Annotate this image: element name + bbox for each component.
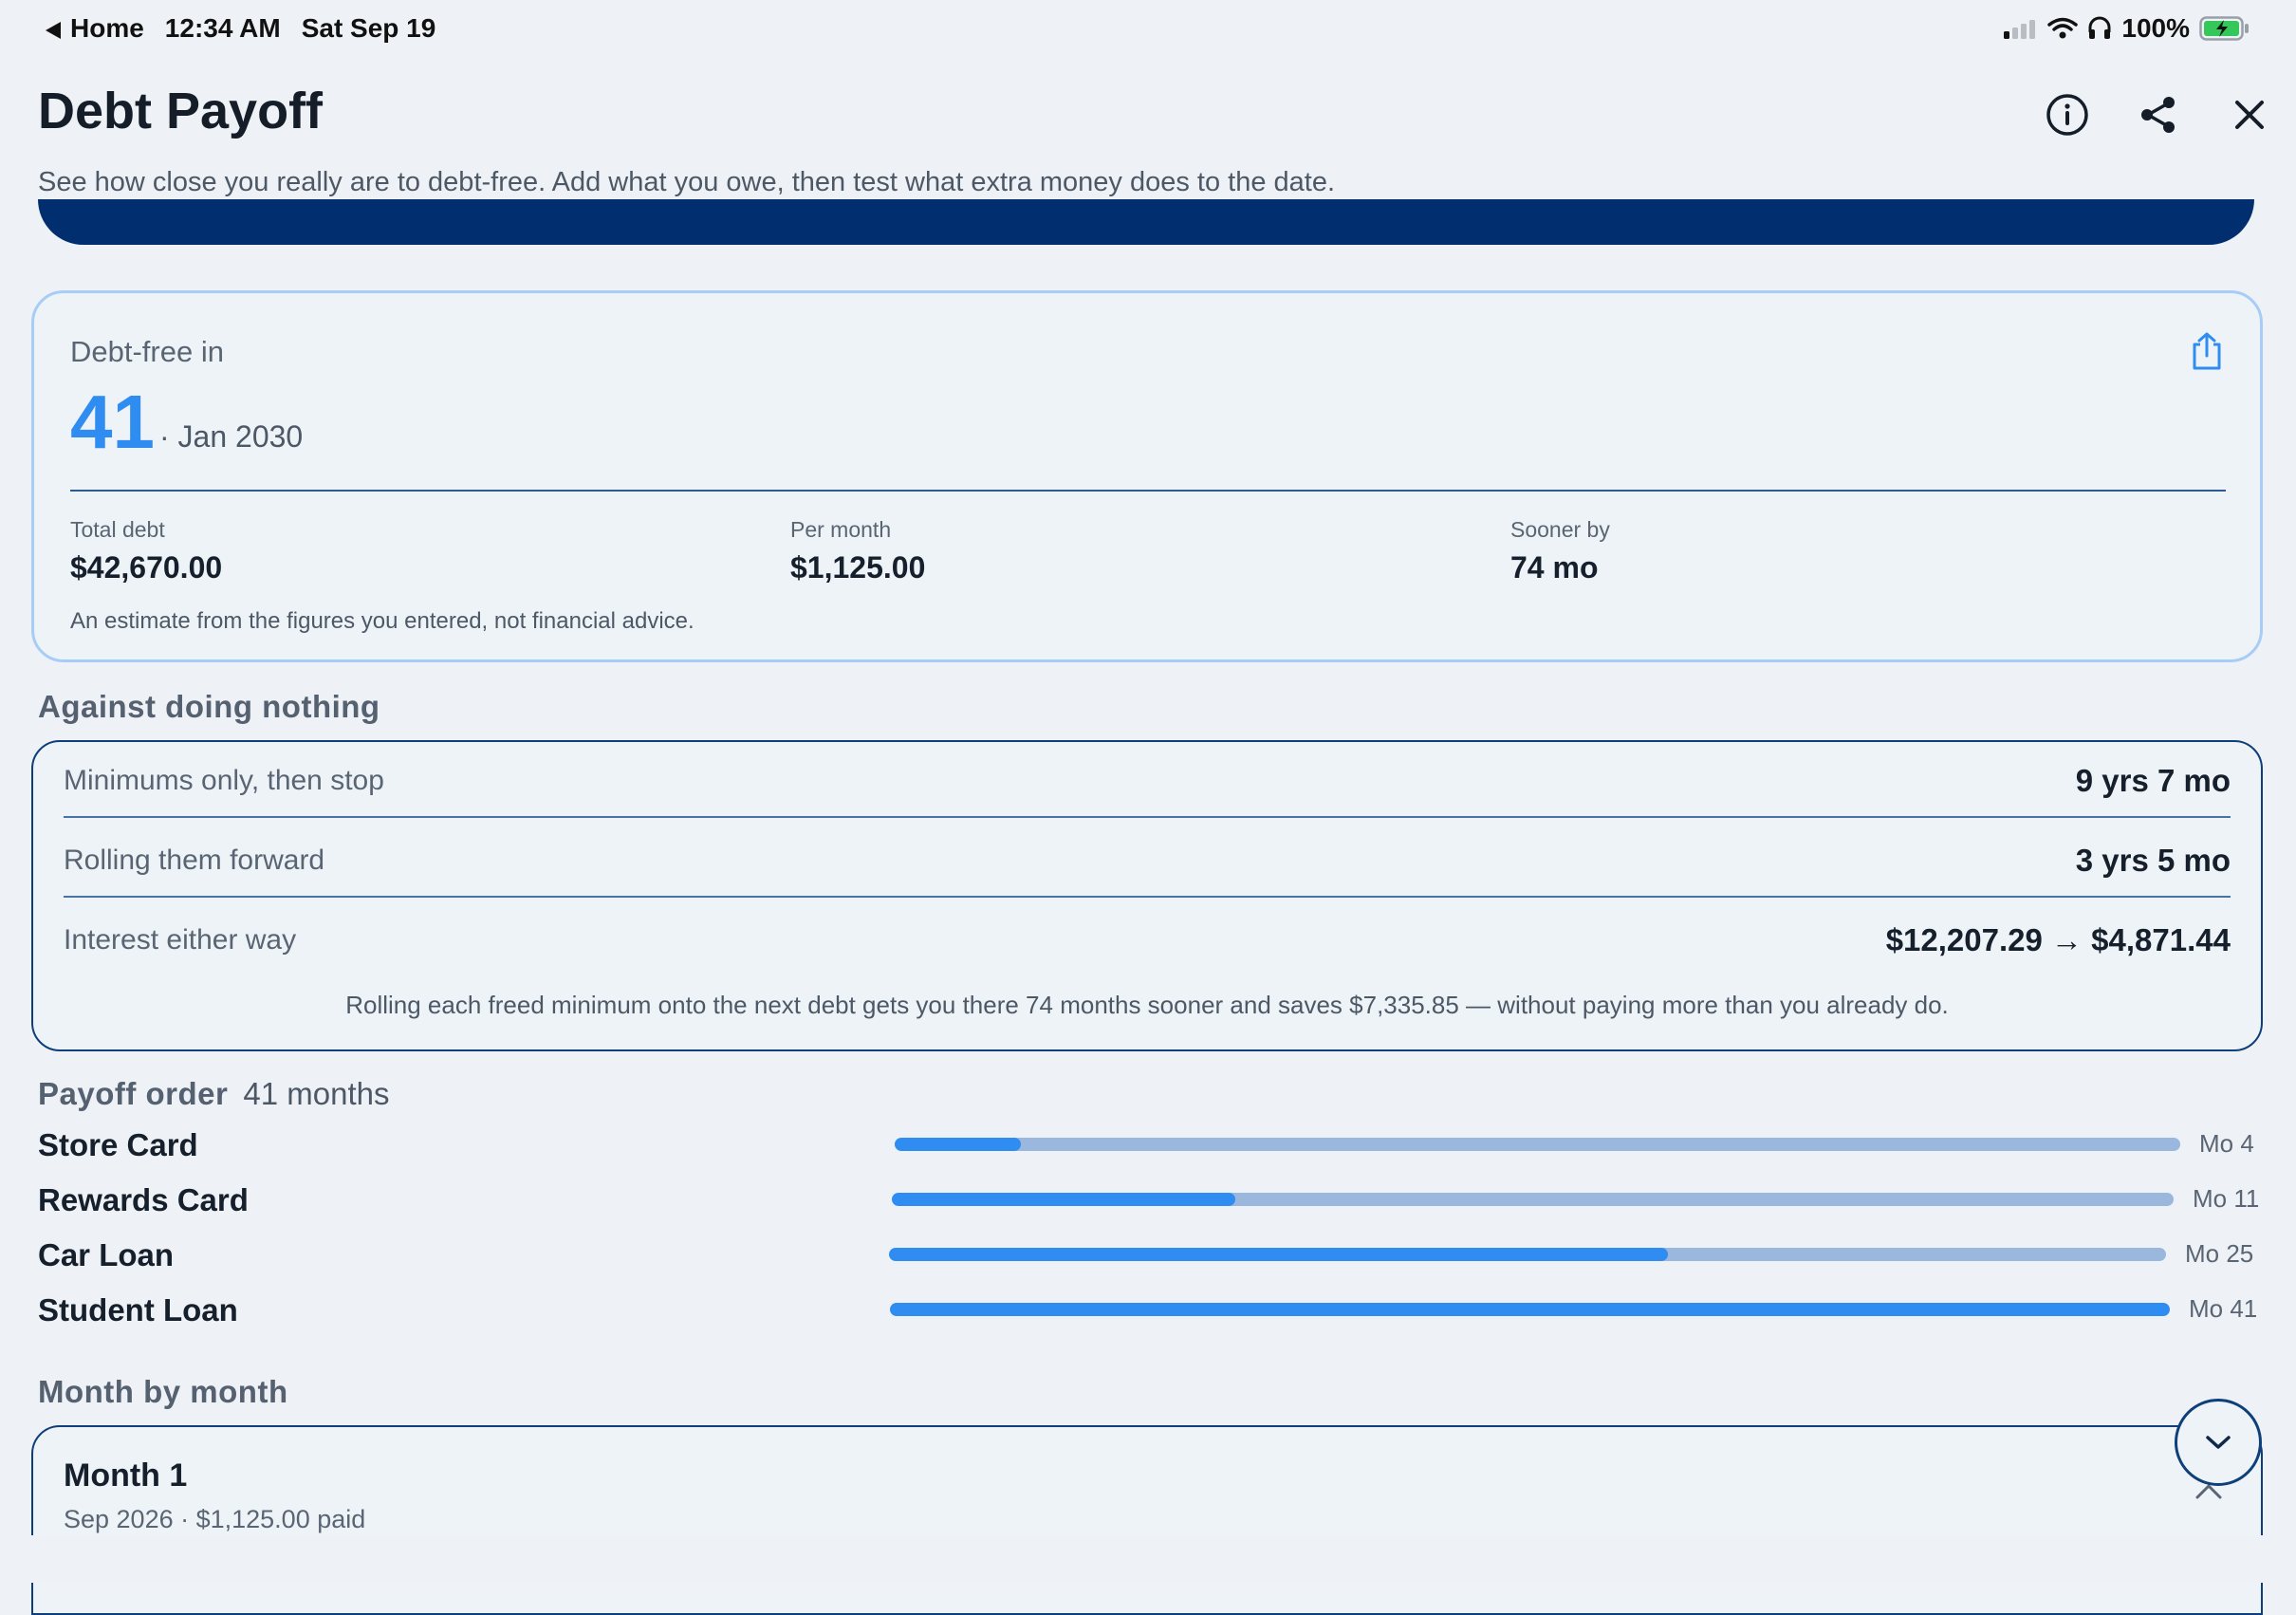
month-title: Month 1: [64, 1457, 188, 1494]
cellular-signal-icon: [2004, 20, 2036, 39]
stat-label: Total debt: [70, 517, 165, 542]
bottom-mask: [0, 1535, 2296, 1583]
status-date: Sat Sep 19: [301, 13, 436, 43]
stat-value: $42,670.00: [70, 550, 223, 585]
page-title: Debt Payoff: [38, 83, 324, 139]
payoff-month: Mo 41: [2189, 1294, 2258, 1323]
comparison-row: Minimums only, then stop 9 yrs 7 mo: [64, 742, 2231, 818]
comparison-value: $12,207.29 → $4,871.44: [1885, 922, 2231, 957]
payoff-month: Mo 11: [2193, 1184, 2260, 1213]
debt-name: Student Loan: [38, 1292, 238, 1327]
month-by-month-heading: Month by month: [38, 1374, 288, 1409]
comparison-label: Interest either way: [64, 924, 297, 956]
disclaimer-note: An estimate from the figures you entered…: [70, 608, 694, 634]
stat-label: Per month: [790, 517, 892, 542]
close-button[interactable]: [2222, 87, 2277, 142]
stat-total-debt: Total debt $42,670.00: [70, 517, 222, 585]
back-label: Home: [70, 13, 144, 43]
status-time: 12:34 AM: [164, 13, 281, 43]
payoff-order-title: Payoff order: [38, 1076, 229, 1111]
chevron-down-icon: [2206, 1436, 2231, 1449]
row-divider: [64, 896, 2231, 898]
comparison-row: Interest either way $12,207.29 → $4,871.…: [64, 901, 2231, 977]
scroll-down-button[interactable]: [2175, 1399, 2262, 1486]
payoff-progress-track: [890, 1303, 2170, 1316]
debt-free-label: Debt-free in: [70, 335, 224, 368]
payoff-progress-fill: [889, 1248, 1669, 1261]
payoff-month: Mo 25: [2185, 1239, 2254, 1268]
back-to-home-link[interactable]: Home: [46, 13, 144, 44]
debt-name: Store Card: [38, 1127, 198, 1162]
export-summary-button[interactable]: [2190, 331, 2224, 376]
info-button[interactable]: [2040, 87, 2095, 142]
export-icon: [2193, 332, 2221, 370]
payoff-progress-fill: [892, 1193, 1236, 1206]
payoff-month: Mo 4: [2199, 1129, 2254, 1158]
info-icon: [2046, 94, 2088, 136]
wifi-icon: [2047, 17, 2079, 39]
comparison-value: 9 yrs 7 mo: [2075, 763, 2231, 798]
payoff-order-duration: 41 months: [243, 1076, 390, 1111]
payoff-progress-track: [889, 1248, 2166, 1261]
payoff-progress-fill: [890, 1303, 2170, 1316]
payoff-progress-fill: [895, 1138, 1021, 1151]
payoff-progress-track: [895, 1138, 2180, 1151]
headphones-icon: [2088, 16, 2111, 39]
stat-label: Sooner by: [1510, 517, 1610, 542]
share-icon: [2141, 97, 2175, 133]
battery-charging-icon: [2199, 16, 2249, 41]
share-button[interactable]: [2131, 87, 2186, 142]
header-banner: [38, 199, 2254, 245]
stat-value: $1,125.00: [790, 550, 926, 585]
debt-name: Car Loan: [38, 1237, 175, 1272]
debt-name: Rewards Card: [38, 1182, 249, 1217]
row-divider: [64, 816, 2231, 818]
summary-divider: [70, 490, 2226, 492]
debt-free-date: · Jan 2030: [159, 419, 304, 454]
payoff-order-heading: Payoff order 41 months: [38, 1076, 389, 1112]
comparison-value: 3 yrs 5 mo: [2075, 843, 2231, 878]
comparison-label: Minimums only, then stop: [64, 765, 384, 796]
stat-value: 74 mo: [1510, 550, 1599, 585]
debt-free-summary-card: Debt-free in 41 · Jan 2030 Total debt $4…: [31, 290, 2263, 662]
comparison-label: Rolling them forward: [64, 845, 325, 876]
stat-sooner-by: Sooner by 74 mo: [1510, 517, 1610, 585]
month-row[interactable]: Month 1 Sep 2026 · $1,125.00 paid: [31, 1425, 2263, 1615]
comparison-heading: Against doing nothing: [38, 689, 380, 724]
payoff-progress-track: [892, 1193, 2174, 1206]
page-subtitle: See how close you really are to debt-fre…: [38, 167, 1336, 197]
close-icon: [2235, 101, 2264, 129]
stat-per-month: Per month $1,125.00: [790, 517, 925, 585]
comparison-card: Minimums only, then stop 9 yrs 7 mo Roll…: [31, 740, 2263, 1051]
debt-free-months: 41: [70, 380, 155, 464]
comparison-row: Rolling them forward 3 yrs 5 mo: [64, 822, 2231, 898]
month-detail: Sep 2026 · $1,125.00 paid: [64, 1505, 366, 1533]
status-bar: Home 12:34 AM Sat Sep 19 100%: [46, 13, 2250, 47]
back-arrow-icon: [46, 21, 61, 39]
comparison-footnote: Rolling each freed minimum onto the next…: [345, 991, 1949, 1019]
battery-percent: 100%: [2121, 13, 2190, 43]
